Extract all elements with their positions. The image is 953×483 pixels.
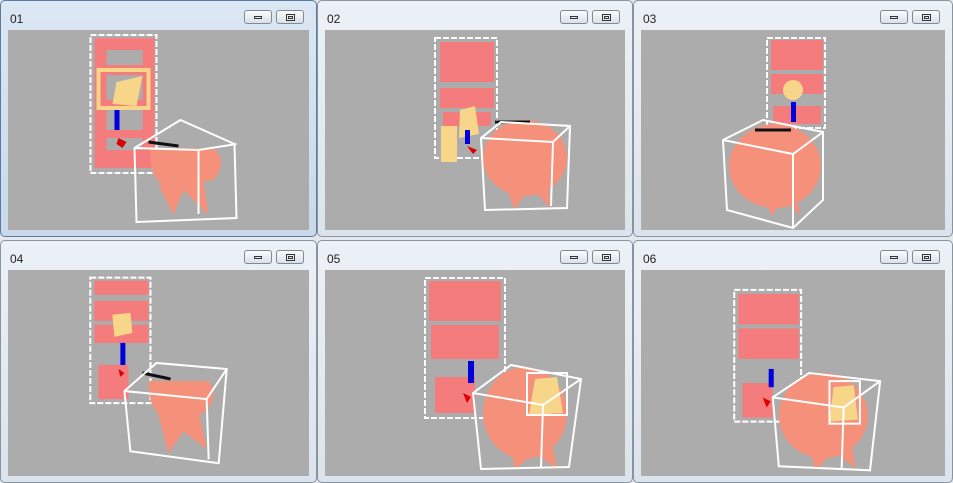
viewport-canvas[interactable] (8, 270, 309, 476)
scene-render (721, 37, 826, 230)
scene-render (733, 288, 882, 472)
viewport-canvas[interactable] (641, 270, 945, 476)
window-title: 02 (327, 12, 341, 26)
scene-render (89, 276, 228, 465)
viewport-window-06[interactable]: 06 (633, 240, 953, 483)
maximize-button[interactable] (592, 10, 620, 24)
chair (150, 148, 221, 215)
scene-render (424, 277, 583, 471)
chair (148, 381, 214, 454)
scene-render (89, 34, 238, 224)
minimize-button[interactable] (880, 250, 908, 264)
viewport-canvas[interactable] (641, 30, 945, 230)
restore-icon (601, 253, 611, 261)
restore-icon (285, 13, 295, 21)
window-title: 03 (643, 12, 657, 26)
viewport-window-05[interactable]: 05 (317, 240, 633, 483)
minimize-icon (570, 255, 578, 259)
chair (778, 373, 868, 471)
minimize-button[interactable] (880, 10, 908, 24)
viewport-canvas[interactable] (325, 30, 625, 230)
restore-icon (285, 253, 295, 261)
restore-icon (921, 13, 931, 21)
lamp (783, 80, 803, 100)
maximize-button[interactable] (276, 250, 304, 264)
maximize-button[interactable] (912, 250, 940, 264)
maximize-button[interactable] (592, 250, 620, 264)
restore-icon (921, 253, 931, 261)
minimize-icon (570, 15, 578, 19)
minimize-button[interactable] (244, 10, 272, 24)
minimize-icon (254, 255, 262, 259)
viewport-canvas[interactable] (8, 30, 309, 230)
minimize-button[interactable] (560, 10, 588, 24)
chair (483, 120, 567, 210)
bookshelf (89, 276, 152, 405)
maximize-button[interactable] (912, 10, 940, 24)
minimize-button[interactable] (244, 250, 272, 264)
window-title: 05 (327, 252, 341, 266)
viewport-window-03[interactable]: 03 (633, 0, 953, 237)
window-title: 06 (643, 252, 657, 266)
chair (729, 124, 821, 216)
minimize-icon (254, 15, 262, 19)
minimize-icon (890, 15, 898, 19)
viewport-canvas[interactable] (325, 270, 625, 476)
viewport-window-02[interactable]: 02 (317, 0, 633, 237)
minimize-button[interactable] (560, 250, 588, 264)
lamp (112, 312, 133, 337)
window-title: 04 (10, 252, 24, 266)
scene-render (434, 37, 572, 212)
viewport-window-01[interactable]: 01 (0, 0, 317, 237)
minimize-icon (890, 255, 898, 259)
restore-icon (601, 13, 611, 21)
window-title: 01 (10, 12, 24, 26)
viewport-window-04[interactable]: 04 (0, 240, 317, 483)
maximize-button[interactable] (276, 10, 304, 24)
